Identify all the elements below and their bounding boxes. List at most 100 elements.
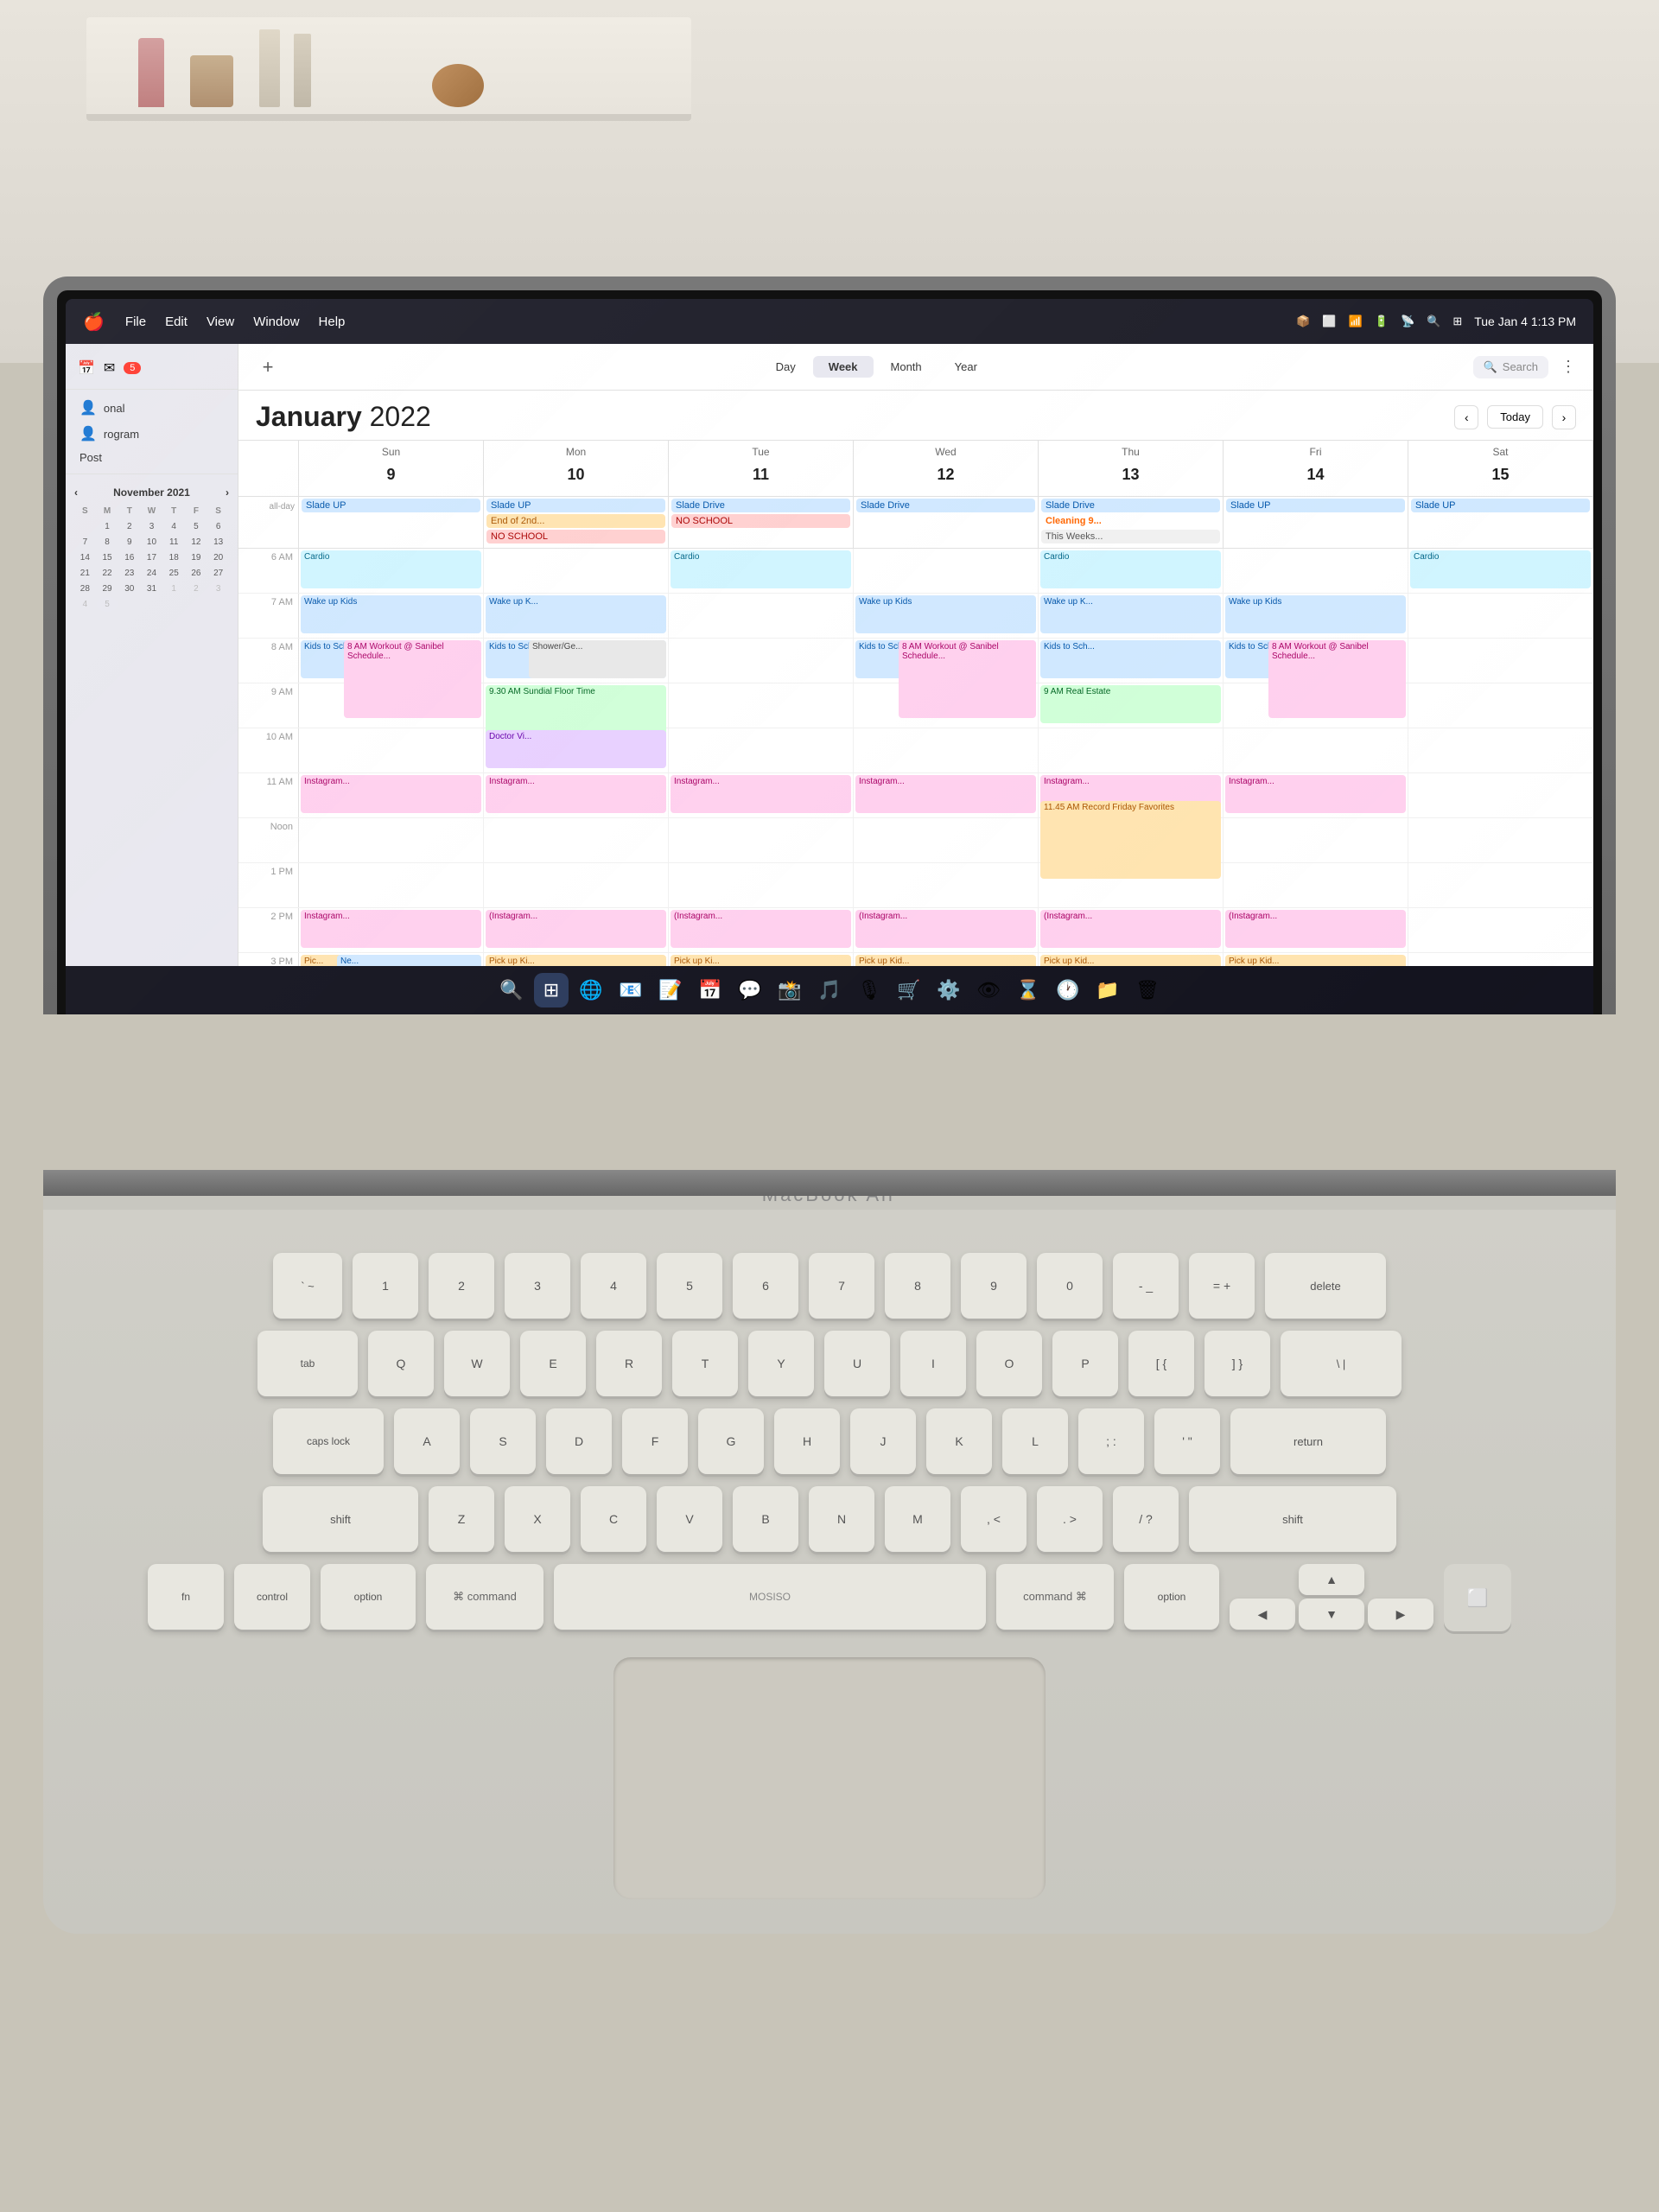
event-wake-sun[interactable]: Wake up Kids — [301, 595, 481, 633]
trackpad[interactable] — [613, 1657, 1046, 1899]
add-event-button[interactable]: + — [256, 355, 280, 379]
tab-day[interactable]: Day — [760, 356, 811, 378]
tab-week[interactable]: Week — [813, 356, 874, 378]
event-wake-wed[interactable]: Wake up Kids — [855, 595, 1036, 633]
key-fn[interactable]: fn — [148, 1564, 224, 1630]
event-pickup-fri[interactable]: Pick up Kid... — [1225, 955, 1406, 966]
dock-item-podcasts[interactable]: 🎙 — [852, 973, 887, 1007]
today-button[interactable]: Today — [1487, 405, 1543, 429]
dock-item-messages[interactable]: 💬 — [733, 973, 767, 1007]
key-semicolon[interactable]: ; : — [1078, 1408, 1144, 1474]
key-arrow-up[interactable]: ▲ — [1299, 1564, 1364, 1595]
sidebar-item-rogram[interactable]: 👤 rogram — [66, 421, 238, 447]
key-j[interactable]: J — [850, 1408, 916, 1474]
event-instagram-wed[interactable]: Instagram... — [855, 775, 1036, 813]
key-caps[interactable]: caps lock — [273, 1408, 384, 1474]
dock-item-clock[interactable]: 🕐 — [1051, 973, 1085, 1007]
key-l[interactable]: L — [1002, 1408, 1068, 1474]
event-instagram2-mon[interactable]: (Instagram... — [486, 910, 666, 948]
key-2[interactable]: 2 — [429, 1253, 494, 1319]
event-instagram-tue[interactable]: Instagram... — [671, 775, 851, 813]
key-comma[interactable]: , < — [961, 1486, 1027, 1552]
event-instagram2-tue[interactable]: (Instagram... — [671, 910, 851, 948]
event-cardio-sat2[interactable]: Cardio — [1410, 550, 1591, 588]
key-s[interactable]: S — [470, 1408, 536, 1474]
key-period[interactable]: . > — [1037, 1486, 1103, 1552]
event-pickup-sun2[interactable]: Ne... — [337, 955, 481, 966]
key-arrow-left[interactable]: ◀ — [1230, 1599, 1295, 1630]
menu-edit[interactable]: Edit — [165, 315, 188, 329]
key-n[interactable]: N — [809, 1486, 874, 1552]
key-9[interactable]: 9 — [961, 1253, 1027, 1319]
event-instagram2-wed[interactable]: (Instagram... — [855, 910, 1036, 948]
key-arrow-down[interactable]: ▼ — [1299, 1599, 1364, 1630]
dock-item-appstore[interactable]: 🛒 — [892, 973, 926, 1007]
key-c[interactable]: C — [581, 1486, 646, 1552]
key-u[interactable]: U — [824, 1331, 890, 1396]
event-cardio-tue[interactable]: Cardio — [671, 550, 851, 588]
dock-item-preview[interactable]: 👁 — [971, 973, 1006, 1007]
event-cardio-sat[interactable]: Cardio — [301, 550, 481, 588]
key-5[interactable]: 5 — [657, 1253, 722, 1319]
key-x[interactable]: X — [505, 1486, 570, 1552]
key-backslash[interactable]: \ | — [1281, 1331, 1402, 1396]
key-command-right[interactable]: command ⌘ — [996, 1564, 1114, 1630]
key-q[interactable]: Q — [368, 1331, 434, 1396]
event-instagram-mon[interactable]: Instagram... — [486, 775, 666, 813]
key-0[interactable]: 0 — [1037, 1253, 1103, 1319]
mail-icon[interactable]: ✉ — [104, 359, 115, 377]
event-wake-fri[interactable]: Wake up Kids — [1225, 595, 1406, 633]
key-quote[interactable]: ' " — [1154, 1408, 1220, 1474]
event-doctor-mon[interactable]: Doctor Vi... — [486, 730, 666, 768]
event-instagram2-fri[interactable]: (Instagram... — [1225, 910, 1406, 948]
event-shower-mon[interactable]: Shower/Ge... — [529, 640, 666, 678]
event-workout-fri[interactable]: 8 AM Workout @ Sanibel Schedule... — [1268, 640, 1406, 718]
event-pickup-wed[interactable]: Pick up Kid... — [855, 955, 1036, 966]
event-workout-sun[interactable]: 8 AM Workout @ Sanibel Schedule... — [344, 640, 481, 718]
key-equals[interactable]: = + — [1189, 1253, 1255, 1319]
allday-event-fri1[interactable]: Slade UP — [1226, 499, 1405, 512]
event-pickup-thu[interactable]: Pick up Kid... — [1040, 955, 1221, 966]
key-shift-left[interactable]: shift — [263, 1486, 418, 1552]
event-cardio-thu[interactable]: Cardio — [1040, 550, 1221, 588]
key-z[interactable]: Z — [429, 1486, 494, 1552]
dock-item-notes[interactable]: 📝 — [653, 973, 688, 1007]
key-shift-right[interactable]: shift — [1189, 1486, 1396, 1552]
event-instagram2-sun[interactable]: Instagram... — [301, 910, 481, 948]
key-command-left[interactable]: ⌘ command — [426, 1564, 543, 1630]
event-instagram2-thu[interactable]: (Instagram... — [1040, 910, 1221, 948]
more-options-button[interactable]: ⋮ — [1560, 358, 1576, 376]
key-4[interactable]: 4 — [581, 1253, 646, 1319]
dock-item-photos[interactable]: 📸 — [772, 973, 807, 1007]
key-delete[interactable]: delete — [1265, 1253, 1386, 1319]
key-e[interactable]: E — [520, 1331, 586, 1396]
event-workout-wed[interactable]: 8 AM Workout @ Sanibel Schedule... — [899, 640, 1036, 718]
key-p[interactable]: P — [1052, 1331, 1118, 1396]
allday-event-mon1[interactable]: Slade UP — [486, 499, 665, 512]
allday-event-thu3[interactable]: This Weeks... — [1041, 530, 1220, 543]
key-g[interactable]: G — [698, 1408, 764, 1474]
key-tab[interactable]: tab — [257, 1331, 358, 1396]
apple-menu[interactable]: 🍎 — [83, 311, 105, 333]
key-i[interactable]: I — [900, 1331, 966, 1396]
dock-item-settings[interactable]: ⚙️ — [931, 973, 966, 1007]
event-record-thu[interactable]: 11.45 AM Record Friday Favorites — [1040, 801, 1221, 879]
event-pickup-tue[interactable]: Pick up Ki... — [671, 955, 851, 966]
key-k[interactable]: K — [926, 1408, 992, 1474]
event-wake-thu[interactable]: Wake up K... — [1040, 595, 1221, 633]
dock-item-trash[interactable]: 🗑 — [1130, 973, 1165, 1007]
key-t[interactable]: T — [672, 1331, 738, 1396]
key-f[interactable]: F — [622, 1408, 688, 1474]
key-a[interactable]: A — [394, 1408, 460, 1474]
calendar-toggle-icon[interactable]: 📅 — [78, 359, 95, 377]
allday-event-thu2[interactable]: Cleaning 9... — [1041, 514, 1220, 528]
allday-event[interactable]: Slade UP — [302, 499, 480, 512]
dock-item-launchpad[interactable]: ⊞ — [534, 973, 569, 1007]
key-minus[interactable]: - _ — [1113, 1253, 1179, 1319]
key-8[interactable]: 8 — [885, 1253, 950, 1319]
dock-item-mail[interactable]: 📧 — [613, 973, 648, 1007]
prev-week-button[interactable]: ‹ — [1454, 405, 1478, 429]
allday-event-tue1[interactable]: Slade Drive — [671, 499, 850, 512]
allday-event-mon2[interactable]: End of 2nd... — [486, 514, 665, 528]
dock-item-screentime[interactable]: ⌛ — [1011, 973, 1046, 1007]
